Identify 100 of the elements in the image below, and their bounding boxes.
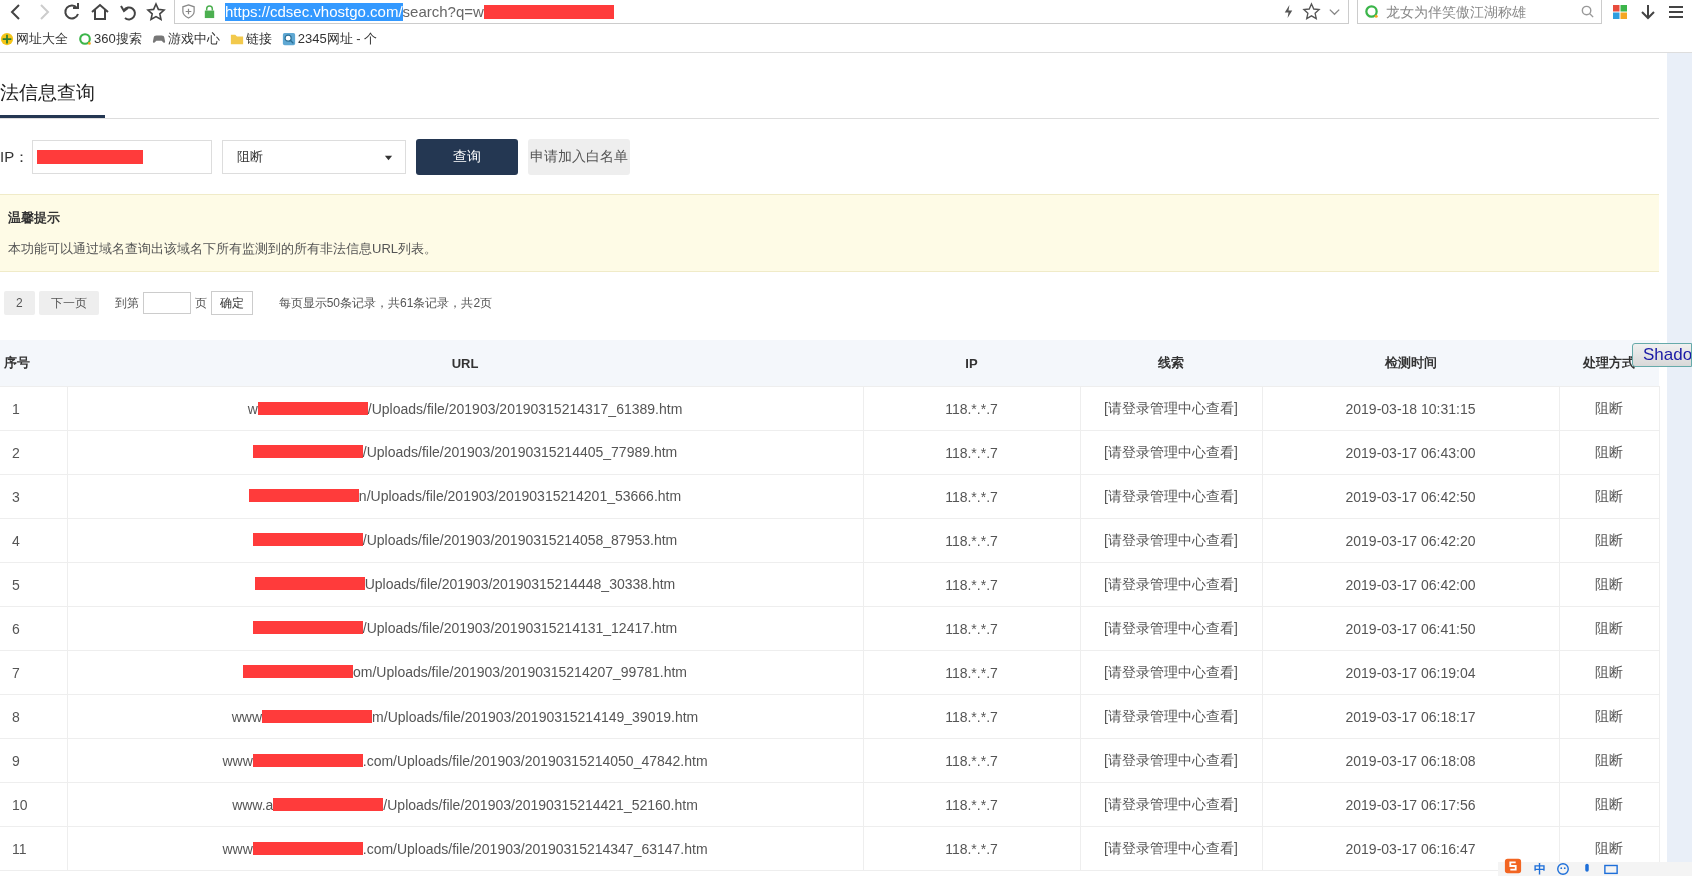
notice-title: 温馨提示 [8, 209, 61, 227]
table-cell: 6 [12, 620, 20, 637]
pager-summary: 每页显示50条记录，共61条记录，共2页 [278, 294, 493, 312]
table-cell: 2019-03-17 06:17:56 [1345, 796, 1476, 813]
query-button[interactable]: 查询 [416, 139, 519, 175]
table-cell: 阻断 [1595, 707, 1623, 724]
url-text: .com/Uploads/file/201903/20190315214347_63147.htm [362, 840, 708, 857]
ring-icon [1364, 4, 1379, 19]
tiles-icon[interactable] [1610, 2, 1630, 22]
table-cell: [请登录管理中心查看] [1104, 751, 1238, 768]
url-text: www [222, 752, 253, 769]
bookmark-link[interactable]: 网址大全 [16, 30, 68, 48]
bookmark-link[interactable]: 游戏中心 [167, 30, 220, 48]
page-tab[interactable]: 法信息查询 [0, 74, 105, 118]
table-cell: 阻断 [1595, 487, 1623, 504]
table-cell: 9 [12, 752, 20, 769]
table-cell: [请登录管理中心查看] [1104, 575, 1238, 592]
url-text: /Uploads/file/201903/20190315214405_77989.htm [362, 443, 678, 460]
url-text: m/Uploads/file/201903/20190315214149_39019.htm [372, 708, 699, 725]
mode-select[interactable]: 阻断 [222, 140, 407, 174]
search-icon[interactable] [1580, 4, 1595, 19]
overlay-button[interactable]: Shado [1632, 343, 1692, 367]
smiley-icon[interactable] [1556, 862, 1570, 876]
url-text: .com/Uploads/file/201903/20190315214050_47842.htm [362, 752, 708, 769]
table-cell: 2019-03-17 06:18:08 [1345, 752, 1476, 769]
page-unit-label: 页 [194, 294, 207, 312]
table-cell: [请登录管理中心查看] [1104, 487, 1238, 504]
table-cell: 118.*.*.7 [945, 796, 998, 813]
ring-icon [78, 32, 92, 46]
url-text: /Uploads/file/201903/20190315214317_61389.htm [367, 400, 683, 417]
table-cell: 阻断 [1595, 399, 1623, 416]
page-button[interactable]: 2 [4, 291, 35, 315]
confirm-button[interactable]: 确定 [210, 291, 253, 315]
table-cell: 2019-03-18 10:31:15 [1345, 400, 1476, 417]
table-cell: 2019-03-17 06:19:04 [1345, 664, 1476, 681]
whitelist-button[interactable]: 申请加入白名单 [528, 139, 631, 175]
ip-label: IP： [0, 147, 30, 167]
table-cell: 118.*.*.7 [945, 576, 998, 593]
table-cell: 10 [12, 796, 28, 813]
column-header: 线索 [1158, 355, 1184, 370]
page-number-field[interactable] [142, 292, 191, 314]
bookmark-link[interactable]: 2345网址 - 个 [297, 30, 378, 48]
reload-icon[interactable] [62, 2, 82, 22]
search-field[interactable]: 龙女为伴笑傲江湖称雄 [1357, 0, 1602, 24]
table-cell: 2019-03-17 06:42:00 [1345, 576, 1476, 593]
url-text: www.a [232, 796, 274, 813]
table-cell: 2019-03-17 06:16:47 [1345, 840, 1476, 857]
table-cell: 118.*.*.7 [945, 444, 998, 461]
url-text: Uploads/file/201903/20190315214448_30338.htm [364, 575, 676, 592]
column-header: IP [965, 355, 978, 371]
star-icon[interactable] [146, 2, 166, 22]
url-text: n/Uploads/file/201903/20190315214201_53666.htm [358, 487, 682, 504]
table-cell: [请登录管理中心查看] [1104, 839, 1238, 856]
table-cell: 118.*.*.7 [945, 752, 998, 769]
url-text: om/Uploads/file/201903/20190315214207_99781.htm [353, 663, 687, 680]
table-cell: [请登录管理中心查看] [1104, 707, 1238, 724]
table-cell: [请登录管理中心查看] [1104, 795, 1238, 812]
table-cell: 2019-03-17 06:43:00 [1345, 444, 1476, 461]
ime-mode-label[interactable]: 中 [1534, 862, 1546, 876]
url-text-selected: https://cdsec.vhostgo.com/ [225, 2, 403, 21]
magnifier-icon [281, 32, 296, 46]
table-cell: 11 [12, 840, 27, 857]
url-text: /Uploads/file/201903/20190315214131_12417.htm [362, 619, 678, 636]
ip-input-field[interactable] [32, 140, 213, 174]
bookmark-link[interactable]: 链接 [245, 30, 272, 48]
folder-icon [229, 32, 244, 46]
next-page-button[interactable]: 下一页 [38, 291, 99, 315]
table-cell: 2 [12, 444, 20, 461]
table-cell: [请登录管理中心查看] [1104, 663, 1238, 680]
table-cell: 阻断 [1595, 663, 1623, 680]
table-cell: 118.*.*.7 [945, 620, 998, 637]
table-cell: [请登录管理中心查看] [1104, 619, 1238, 636]
table-cell: 118.*.*.7 [945, 664, 998, 681]
star-icon[interactable] [1302, 2, 1321, 21]
globe-icon [0, 32, 14, 46]
column-header: 序号 [4, 355, 30, 370]
url-text: /Uploads/file/201903/20190315214058_87953.htm [362, 531, 678, 548]
table-cell: 4 [12, 532, 20, 549]
table-cell: 阻断 [1595, 619, 1623, 636]
shield-icon [181, 4, 196, 19]
table-cell: [请登录管理中心查看] [1104, 531, 1238, 548]
table-cell: 7 [12, 664, 20, 681]
bookmark-link[interactable]: 360搜索 [94, 30, 142, 48]
home-icon[interactable] [90, 2, 110, 22]
url-text: w [247, 400, 258, 417]
url-text: www [222, 840, 253, 857]
url-text: /Uploads/file/201903/20190315214421_52160.htm [383, 796, 698, 813]
table-cell: 阻断 [1595, 575, 1623, 592]
column-header: URL [451, 355, 479, 371]
table-cell: [请登录管理中心查看] [1104, 399, 1238, 416]
table-cell: 118.*.*.7 [945, 708, 998, 725]
url-text: www [231, 708, 263, 725]
lock-icon [202, 4, 217, 19]
download-icon[interactable] [1638, 2, 1658, 22]
table-cell: 阻断 [1595, 795, 1623, 812]
goto-label: 到第 [114, 294, 139, 312]
table-cell: 2019-03-17 06:42:20 [1345, 532, 1476, 549]
keyboard-icon[interactable] [1604, 862, 1618, 876]
table-cell: 8 [12, 708, 20, 725]
table-cell: 118.*.*.7 [945, 532, 998, 549]
